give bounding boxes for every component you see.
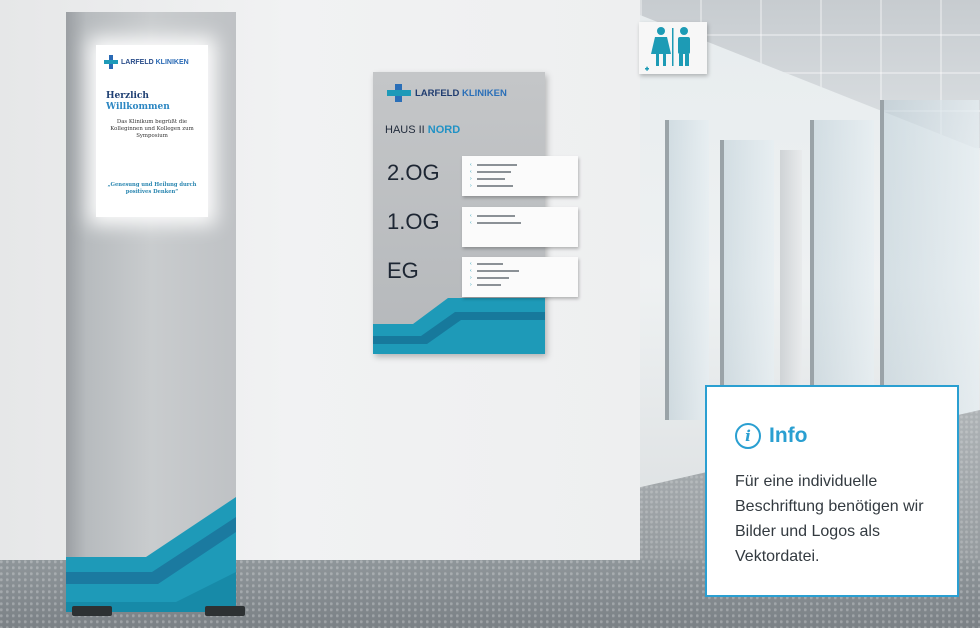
building-prefix: HAUS II [385,124,425,136]
building-suffix: NORD [427,124,461,136]
arrow-right-icon: › [470,175,472,182]
info-text: Für eine individuelle Beschriftung benöt… [735,473,924,565]
directory-row: › [470,183,570,188]
lightbox-panel: LARFELD KLINIKEN Herzlich Willkommen Das… [96,45,208,217]
welcome-heading-2: Willkommen [106,102,170,112]
restroom-sign [639,22,707,74]
arrow-right-icon: › [470,182,472,189]
brand-suffix: KLINIKEN [155,58,189,66]
totem-logo: LARFELD KLINIKEN [104,55,189,69]
floor-directory-panel: ‹ ‹ [462,207,578,247]
info-box: i Info Für eine individuelle Beschriftun… [705,385,959,597]
cross-logo-icon [104,55,118,69]
directory-row: › [470,275,570,280]
info-title: Info [769,424,808,447]
building-label: HAUS II NORD [385,124,460,136]
arrow-left-icon: ‹ [470,219,472,226]
totem-brand: LARFELD KLINIKEN [121,59,189,66]
brand-suffix: KLINIKEN [461,87,507,99]
glass-wall [720,140,774,420]
brand-prefix: LARFELD [121,58,154,66]
floor-label-1og: 1.OG [387,209,440,234]
directory-row: ‹ [470,162,570,167]
arrow-left-icon: ‹ [470,260,472,267]
glass-wall [665,120,709,420]
directory-row: ‹ [470,213,570,218]
info-header: i Info [735,423,807,449]
totem-foot [205,606,245,616]
directory-row: › [470,282,570,287]
welcome-body: Das Klinikum begrüßt die Kolleginnen und… [110,119,194,139]
directory-row: ‹ [470,261,570,266]
floor-label-2og: 2.OG [387,160,440,185]
welcome-quote: „Genesung und Heilung durch positives De… [107,182,197,195]
directory-row: ‹ [470,169,570,174]
cross-logo-icon [387,84,411,102]
info-icon: i [735,423,761,449]
wall-sign-logo: LARFELD KLINIKEN [387,84,507,102]
welcome-heading-1: Herzlich [106,91,149,101]
office-scene: LARFELD KLINIKEN Herzlich Willkommen Das… [0,0,980,628]
floor-directory-panel: ‹ ‹ › › [462,257,578,297]
floor-label-eg: EG [387,258,419,283]
glass-wall [880,100,979,420]
wall-sign-brand: LARFELD KLINIKEN [415,88,507,99]
arrow-left-icon: ‹ [470,267,472,274]
arrow-right-icon: › [470,281,472,288]
arrow-left-icon: ‹ [470,161,472,168]
arrow-right-icon: › [470,274,472,281]
directory-row: › [470,176,570,181]
brand-prefix: LARFELD [415,87,460,99]
arrow-left-icon: ‹ [470,212,472,219]
glass-wall [810,120,874,420]
restroom-icon [645,27,690,71]
totem-foot [72,606,112,616]
floor-directory-panel: ‹ ‹ › › [462,156,578,196]
directory-row: ‹ [470,268,570,273]
directory-row: ‹ [470,220,570,225]
arrow-left-icon: ‹ [470,168,472,175]
